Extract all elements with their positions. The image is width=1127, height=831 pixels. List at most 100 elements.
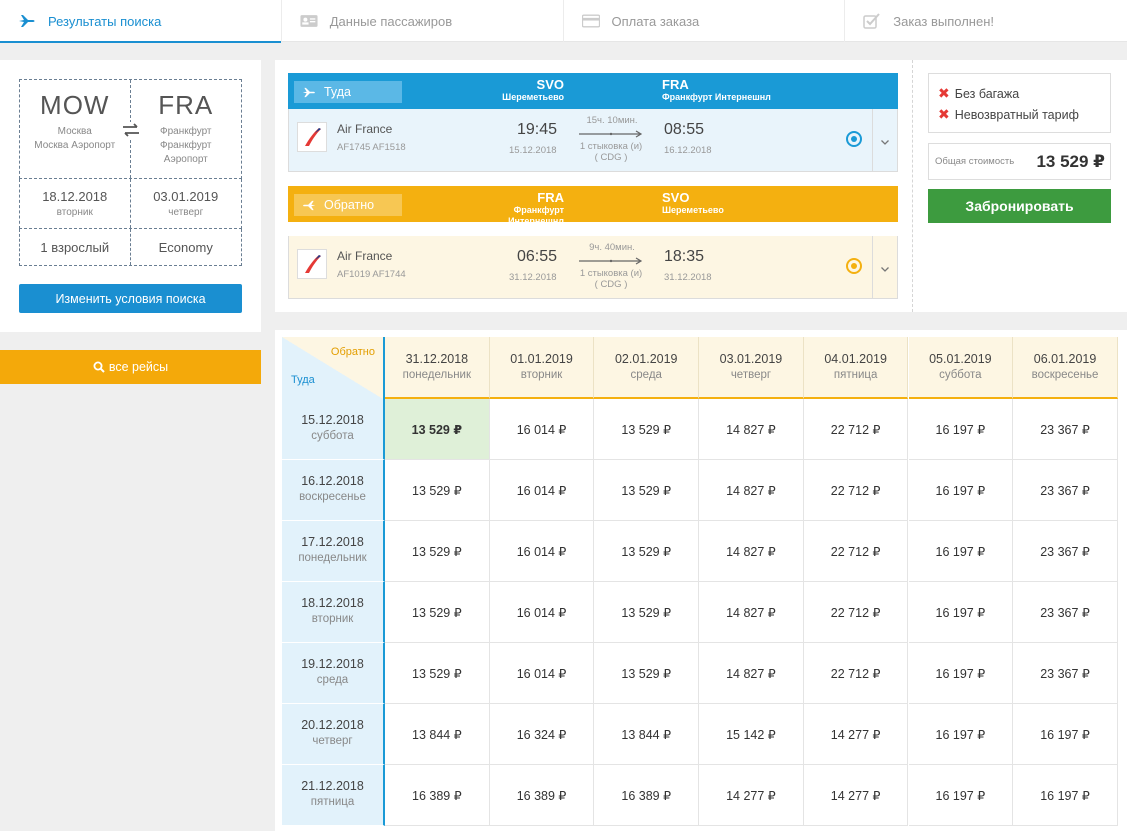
- select-radio[interactable]: [846, 131, 862, 147]
- step-payment[interactable]: Оплата заказа: [564, 0, 846, 42]
- price-cell[interactable]: 13 529 ₽: [594, 582, 700, 643]
- outbound-date-row-header[interactable]: 18.12.2018 вторник: [282, 582, 385, 643]
- flight-duration: 9ч. 40мин.: [589, 242, 635, 253]
- passengers-count: 1 взрослый: [40, 239, 110, 255]
- price-cell[interactable]: 22 712 ₽: [803, 643, 909, 704]
- return-date-cell[interactable]: 03.01.2019 четверг: [131, 179, 242, 228]
- price-cell[interactable]: 22 712 ₽: [803, 399, 909, 460]
- book-button[interactable]: Забронировать: [928, 189, 1111, 223]
- cabin-cell[interactable]: Economy: [131, 229, 242, 265]
- price-cell[interactable]: 14 277 ₽: [699, 765, 804, 826]
- all-flights-button[interactable]: все рейсы: [0, 350, 261, 384]
- change-search-button[interactable]: Изменить условия поиска: [19, 284, 242, 313]
- price-cell[interactable]: 16 389 ₽: [385, 765, 490, 826]
- price-cell[interactable]: 16 197 ₽: [908, 399, 1014, 460]
- price-cell[interactable]: 16 197 ₽: [908, 521, 1014, 582]
- select-radio[interactable]: [846, 258, 862, 274]
- price-cell[interactable]: 16 389 ₽: [594, 765, 700, 826]
- price-cell[interactable]: 23 367 ₽: [1013, 582, 1118, 643]
- price-cell[interactable]: 23 367 ₽: [1013, 460, 1118, 521]
- price-cell[interactable]: 14 827 ₽: [699, 521, 804, 582]
- return-date-column-header[interactable]: 03.01.2019 четверг: [699, 337, 804, 399]
- return-date-column-header[interactable]: 01.01.2019 вторник: [489, 337, 595, 399]
- price-cell[interactable]: 16 197 ₽: [1013, 704, 1118, 765]
- outbound-date-row-header[interactable]: 15.12.2018 суббота: [282, 399, 385, 460]
- price-cell[interactable]: 16 197 ₽: [908, 704, 1014, 765]
- price-cell[interactable]: 16 197 ₽: [1013, 765, 1118, 826]
- price-cell[interactable]: 14 277 ₽: [803, 704, 909, 765]
- return-flight-row[interactable]: Air France AF1019 AF1744 06:55 31.12.201…: [288, 236, 898, 299]
- price-cell[interactable]: 13 529 ₽: [594, 643, 700, 704]
- outbound-flight-row[interactable]: Air France AF1745 AF1518 19:45 15.12.201…: [288, 109, 898, 172]
- passengers-cell[interactable]: 1 взрослый: [20, 229, 131, 265]
- depart-date-cell[interactable]: 18.12.2018 вторник: [20, 179, 131, 228]
- step-passengers[interactable]: Данные пассажиров: [282, 0, 564, 42]
- price-cell[interactable]: 16 197 ₽: [908, 582, 1014, 643]
- price-cell[interactable]: 23 367 ₽: [1013, 643, 1118, 704]
- price-cell[interactable]: 16 014 ₽: [489, 643, 595, 704]
- row-weekday: вторник: [311, 613, 354, 625]
- price-cell[interactable]: 23 367 ₽: [1013, 399, 1118, 460]
- arrival-date: 31.12.2018: [664, 272, 712, 283]
- outbound-date-row-header[interactable]: 16.12.2018 воскресенье: [282, 460, 385, 521]
- step-complete[interactable]: Заказ выполнен!: [845, 0, 1127, 42]
- price-cell[interactable]: 16 389 ₽: [489, 765, 595, 826]
- step-search-results[interactable]: Результаты поиска: [0, 0, 282, 43]
- price-cell[interactable]: 13 529 ₽: [594, 460, 700, 521]
- destination-airport-2: Аэропорт: [163, 154, 208, 165]
- condition-label: Невозвратный тариф: [954, 107, 1079, 122]
- swap-icon[interactable]: [121, 122, 141, 138]
- return-date-column-header[interactable]: 04.01.2019 пятница: [803, 337, 909, 399]
- step-label: Данные пассажиров: [329, 13, 453, 29]
- return-date-column-header[interactable]: 31.12.2018 понедельник: [385, 337, 490, 399]
- price-cell[interactable]: 13 529 ₽: [385, 399, 490, 460]
- stops-info: 1 стыковка (и) ( CDG ): [569, 268, 653, 290]
- stops-via: ( CDG ): [594, 279, 628, 290]
- airport-code: SVO: [662, 190, 690, 205]
- return-date-column-header[interactable]: 05.01.2019 суббота: [908, 337, 1014, 399]
- price-cell[interactable]: 14 827 ₽: [699, 582, 804, 643]
- price-cell[interactable]: 14 277 ₽: [803, 765, 909, 826]
- price-cell[interactable]: 16 014 ₽: [489, 521, 595, 582]
- outbound-date-row-header[interactable]: 21.12.2018 пятница: [282, 765, 385, 826]
- price-cell[interactable]: 14 827 ₽: [699, 643, 804, 704]
- price-cell[interactable]: 16 014 ₽: [489, 460, 595, 521]
- return-tag: Обратно: [294, 194, 402, 216]
- price-cell[interactable]: 22 712 ₽: [803, 460, 909, 521]
- price-cell[interactable]: 13 529 ₽: [385, 643, 490, 704]
- outbound-date-row-header[interactable]: 17.12.2018 понедельник: [282, 521, 385, 582]
- price-cell[interactable]: 16 014 ₽: [489, 582, 595, 643]
- price-cell[interactable]: 13 529 ₽: [385, 582, 490, 643]
- price-cell[interactable]: 13 529 ₽: [594, 521, 700, 582]
- step-label: Оплата заказа: [611, 13, 700, 29]
- price-cell[interactable]: 22 712 ₽: [803, 582, 909, 643]
- price-cell[interactable]: 16 324 ₽: [489, 704, 595, 765]
- price-cell[interactable]: 16 014 ₽: [489, 399, 595, 460]
- price-cell[interactable]: 13 844 ₽: [594, 704, 700, 765]
- expand-button[interactable]: [872, 236, 897, 298]
- price-cell[interactable]: 15 142 ₽: [699, 704, 804, 765]
- price-cell[interactable]: 13 529 ₽: [385, 460, 490, 521]
- expand-button[interactable]: [872, 109, 897, 171]
- price-cell[interactable]: 16 197 ₽: [908, 765, 1014, 826]
- price-cell[interactable]: 16 197 ₽: [908, 643, 1014, 704]
- row-weekday: суббота: [311, 430, 354, 442]
- column-date: 31.12.2018: [405, 352, 469, 366]
- price-cell[interactable]: 14 827 ₽: [699, 399, 804, 460]
- price-cell[interactable]: 16 197 ₽: [908, 460, 1014, 521]
- price-cell[interactable]: 13 529 ₽: [594, 399, 700, 460]
- outbound-date-row-header[interactable]: 19.12.2018 среда: [282, 643, 385, 704]
- airport-code: FRA: [537, 190, 564, 205]
- row-date: 21.12.2018: [301, 779, 364, 793]
- cross-icon: ✖: [938, 85, 950, 101]
- selected-flight-card: Туда SVO Шереметьево FRA Франкфурт Интер…: [275, 60, 913, 312]
- return-date-column-header[interactable]: 06.01.2019 воскресенье: [1013, 337, 1118, 399]
- column-weekday: среда: [630, 369, 662, 381]
- return-date-column-header[interactable]: 02.01.2019 среда: [594, 337, 700, 399]
- price-cell[interactable]: 13 529 ₽: [385, 521, 490, 582]
- price-cell[interactable]: 13 844 ₽: [385, 704, 490, 765]
- price-cell[interactable]: 22 712 ₽: [803, 521, 909, 582]
- outbound-date-row-header[interactable]: 20.12.2018 четверг: [282, 704, 385, 765]
- price-cell[interactable]: 23 367 ₽: [1013, 521, 1118, 582]
- price-cell[interactable]: 14 827 ₽: [699, 460, 804, 521]
